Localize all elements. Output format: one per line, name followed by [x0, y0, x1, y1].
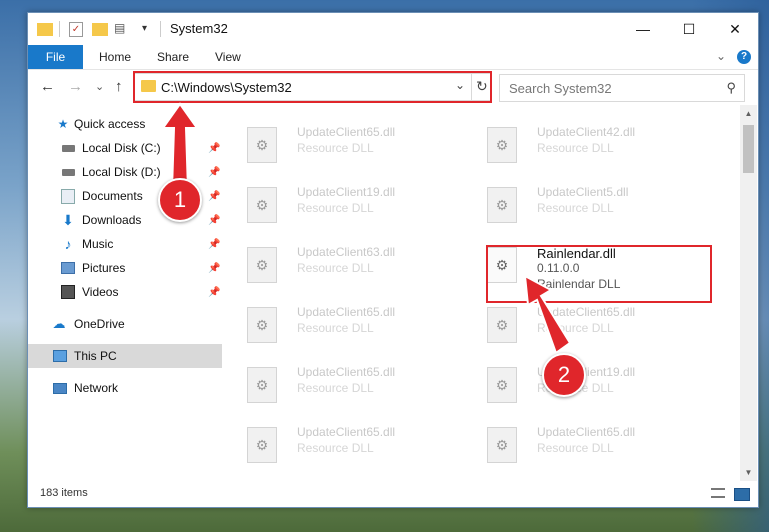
annotation-arrows [161, 102, 572, 355]
arrow-2 [523, 274, 572, 355]
step-2-badge: 2 [542, 353, 586, 397]
step-1-badge: 1 [158, 178, 202, 222]
